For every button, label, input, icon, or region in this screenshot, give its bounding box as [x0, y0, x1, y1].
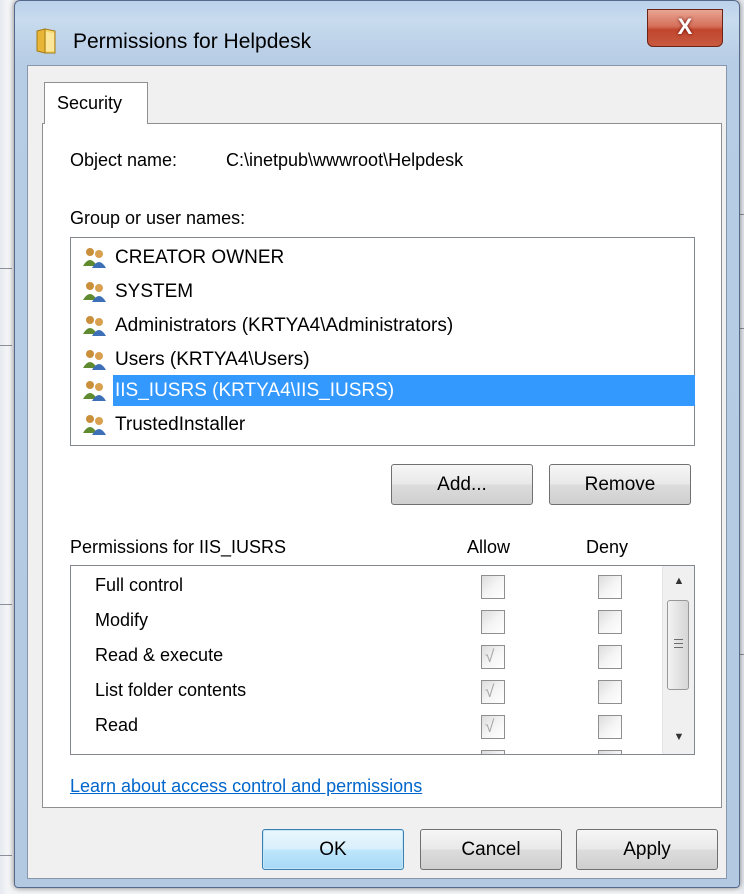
object-name-value: C:\inetpub\wwwroot\Helpdesk — [226, 150, 464, 170]
remove-button[interactable]: Remove — [549, 464, 691, 505]
group-user-listbox[interactable]: CREATOR OWNER SYSTEM Administrators (KRT… — [70, 237, 695, 446]
list-item-label: SYSTEM — [115, 281, 194, 302]
allow-checkbox[interactable] — [481, 610, 505, 634]
allow-checkbox[interactable]: √ — [481, 680, 505, 704]
allow-checkbox[interactable] — [481, 750, 505, 754]
deny-column-header: Deny — [586, 537, 629, 557]
folder-icon — [36, 28, 56, 54]
permission-row: Read & execute √ — [71, 640, 661, 675]
allow-checkbox[interactable]: √ — [481, 645, 505, 669]
grip-line — [674, 643, 683, 644]
add-button[interactable]: Add... — [391, 464, 533, 505]
permission-row: Modify — [71, 605, 661, 640]
permissions-for-label: Permissions for IIS_IUSRS — [70, 537, 287, 557]
grip-line — [674, 639, 683, 640]
close-button[interactable]: X — [647, 9, 723, 47]
allow-checkbox[interactable]: √ — [481, 715, 505, 739]
background-line — [0, 855, 12, 856]
object-name-label: Object name: — [70, 150, 178, 170]
list-item[interactable]: CREATOR OWNER — [79, 242, 689, 273]
users-icon — [83, 415, 106, 435]
permission-name: Full control — [95, 575, 184, 595]
users-icon — [83, 350, 106, 370]
scrollbar-thumb[interactable] — [667, 600, 689, 690]
background-line — [0, 604, 12, 605]
deny-checkbox[interactable] — [598, 645, 622, 669]
permission-row-partial — [71, 745, 661, 754]
allow-checkbox[interactable] — [481, 575, 505, 599]
title-bar[interactable]: Permissions for Helpdesk X — [15, 1, 739, 65]
list-item-label: Administrators (KRTYA4\Administrators) — [115, 315, 454, 336]
learn-access-control-link[interactable]: Learn about access control and permissio… — [70, 776, 422, 797]
list-item-label: CREATOR OWNER — [115, 247, 285, 268]
list-item[interactable]: Users (KRTYA4\Users) — [79, 344, 689, 375]
deny-checkbox[interactable] — [598, 680, 622, 704]
group-names-label: Group or user names: — [70, 208, 246, 228]
permission-name: List folder contents — [95, 680, 247, 700]
deny-checkbox[interactable] — [598, 715, 622, 739]
users-icon — [83, 316, 106, 336]
list-item[interactable]: SYSTEM — [79, 276, 689, 307]
deny-checkbox[interactable] — [598, 610, 622, 634]
users-icon — [83, 381, 106, 401]
allow-column-header: Allow — [467, 537, 511, 557]
cancel-button[interactable]: Cancel — [420, 829, 562, 870]
scroll-down-arrow-icon[interactable]: ▼ — [663, 724, 694, 750]
permission-row: Read √ — [71, 710, 661, 745]
ok-button[interactable]: OK — [262, 829, 404, 870]
list-item-label: Users (KRTYA4\Users) — [115, 349, 310, 370]
permission-name: Read & execute — [95, 645, 224, 665]
list-item-label: IIS_IUSRS (KRTYA4\IIS_IUSRS) — [113, 375, 695, 406]
list-item-selected[interactable]: IIS_IUSRS (KRTYA4\IIS_IUSRS) — [79, 375, 695, 406]
grip-line — [674, 647, 683, 648]
deny-checkbox[interactable] — [598, 750, 622, 754]
permission-row: List folder contents √ — [71, 675, 661, 710]
permission-name: Modify — [95, 610, 149, 630]
checkmark-icon: √ — [485, 682, 495, 701]
permission-row: Full control — [71, 570, 661, 605]
window-title: Permissions for Helpdesk — [73, 30, 312, 53]
list-item-label: TrustedInstaller — [115, 414, 246, 435]
list-item[interactable]: TrustedInstaller — [79, 409, 689, 440]
users-icon — [83, 282, 106, 302]
permissions-list[interactable]: Full control Modify Read & execute √ Lis… — [70, 565, 695, 755]
scroll-up-arrow-icon[interactable]: ▲ — [663, 568, 694, 594]
apply-button[interactable]: Apply — [576, 829, 718, 870]
tab-security[interactable]: Security — [44, 82, 148, 124]
permission-name: Read — [95, 715, 139, 735]
checkmark-icon: √ — [485, 647, 495, 666]
deny-checkbox[interactable] — [598, 575, 622, 599]
background-line — [0, 268, 12, 269]
list-item[interactable]: Administrators (KRTYA4\Administrators) — [79, 310, 689, 341]
users-icon — [83, 248, 106, 268]
background-line — [0, 345, 12, 346]
checkmark-icon: √ — [485, 717, 495, 736]
permissions-scrollbar[interactable]: ▲ ▼ — [662, 566, 694, 754]
